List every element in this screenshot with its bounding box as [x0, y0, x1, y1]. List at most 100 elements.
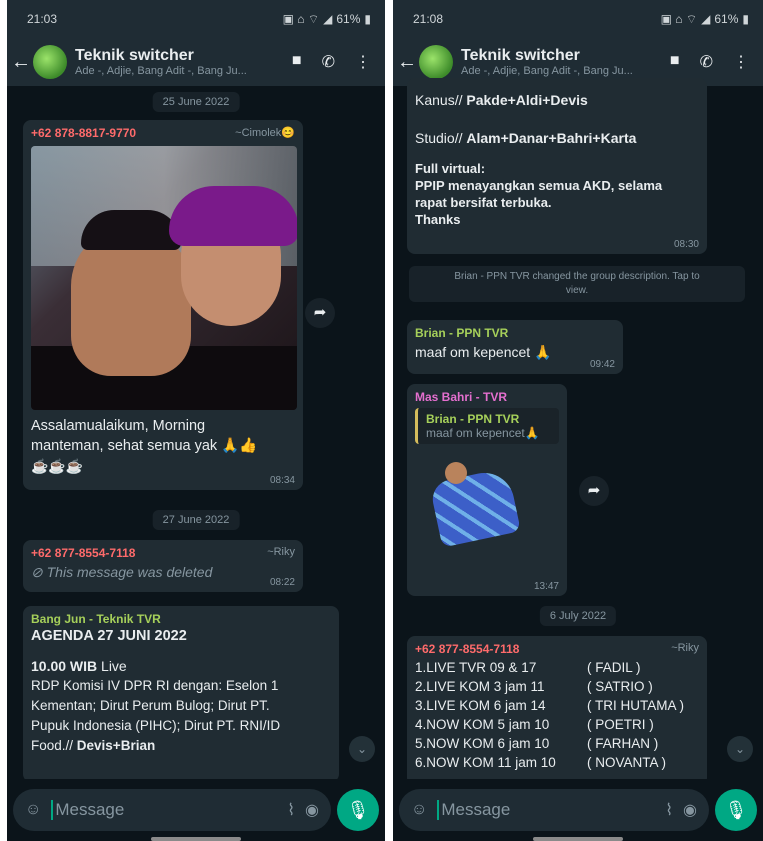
video-call-icon[interactable]: ■: [292, 52, 302, 72]
notification-icons: ▣ ⌂ ⌔: [660, 11, 698, 26]
deleted-text: This message was deleted: [46, 564, 213, 580]
voice-call-icon[interactable]: ✆: [322, 52, 335, 72]
chat-area[interactable]: Kanus// Pakde+Aldi+Devis Studio// Alam+D…: [393, 78, 763, 786]
group-title[interactable]: Teknik switcher: [461, 47, 670, 65]
sender-name[interactable]: Bang Jun - Teknik TVR: [31, 612, 331, 626]
emoji-icon[interactable]: ☺: [411, 801, 427, 819]
system-notice-text: view.: [565, 285, 589, 296]
status-bar: 21:08 ▣ ⌂ ⌔ ◢ 61% ▮: [393, 0, 763, 38]
voice-call-icon[interactable]: ✆: [700, 52, 713, 72]
video-call-icon[interactable]: ■: [670, 52, 680, 72]
scroll-down-icon[interactable]: ⌄: [349, 736, 375, 762]
message-input[interactable]: ☺ Message ⌇ ◉: [13, 789, 331, 831]
schedule-row: 3.LIVE KOM 6 jam 14 ( TRI HUTAMA ): [415, 696, 699, 715]
message-time: 08:22: [269, 577, 295, 588]
message-bubble[interactable]: +62 878-8817-9770 ~Cimolek😊 Assalamualai…: [23, 120, 303, 490]
system-notice[interactable]: Brian - PPN TVR changed the group descri…: [409, 266, 745, 302]
schedule-slot: 6.NOW KOM 11 jam 10: [415, 755, 556, 770]
forward-icon[interactable]: ➦: [305, 298, 335, 328]
sender-name[interactable]: Mas Bahri - TVR: [415, 390, 559, 404]
message-time: 08:34: [269, 475, 295, 486]
schedule-slot: 5.NOW KOM 6 jam 10: [415, 736, 550, 751]
signal-icon: ◢: [323, 12, 333, 26]
message-text: maaf om kepencet 🙏: [415, 344, 552, 360]
quoted-text: maaf om kepencet🙏: [426, 426, 540, 440]
status-time: 21:08: [413, 12, 444, 26]
message-text: Food.//: [31, 738, 77, 753]
schedule-assignee: ( SATRIO ): [587, 679, 653, 694]
message-text: RDP Komisi IV DPR RI dengan: Eselon 1: [31, 678, 279, 693]
message-bubble[interactable]: Mas Bahri - TVR Brian - PPN TVR maaf om …: [407, 384, 567, 596]
schedule-assignee: ( FADIL ): [587, 660, 641, 675]
mic-icon: 🎙: [346, 800, 370, 820]
schedule-assignee: ( NOVANTA ): [587, 755, 667, 770]
sender-alias: ~Riky: [671, 642, 699, 654]
message-input-bar: ☺ Message ⌇ ◉ 🎙: [393, 779, 763, 841]
message-text: rapat bersifat terbuka.: [415, 195, 552, 210]
group-avatar[interactable]: [419, 45, 453, 79]
message-placeholder[interactable]: Message: [51, 800, 277, 820]
group-members[interactable]: Ade -, Adjie, Bang Adit -, Bang Ju...: [461, 65, 670, 77]
schedule-slot: 2.LIVE KOM 3 jam 11: [415, 679, 545, 694]
more-options-icon[interactable]: ⋮: [355, 52, 371, 72]
schedule-row: 5.NOW KOM 6 jam 10 ( FARHAN ): [415, 734, 699, 753]
message-input[interactable]: ☺ Message ⌇ ◉: [399, 789, 709, 831]
chat-header[interactable]: ← Teknik switcher Ade -, Adjie, Bang Adi…: [7, 38, 385, 86]
mic-button[interactable]: 🎙: [715, 789, 757, 831]
gesture-bar: [533, 837, 623, 841]
attach-icon[interactable]: ⌇: [665, 800, 673, 820]
sender-name[interactable]: +62 877-8554-7118: [31, 546, 295, 560]
chat-area[interactable]: 25 June 2022 +62 878-8817-9770 ~Cimolek😊…: [7, 86, 385, 782]
message-bubble[interactable]: Bang Jun - Teknik TVR AGENDA 27 JUNI 202…: [23, 606, 339, 782]
more-options-icon[interactable]: ⋮: [733, 52, 749, 72]
signal-icon: ◢: [701, 12, 711, 26]
message-input-bar: ☺ Message ⌇ ◉ 🎙: [7, 779, 385, 841]
schedule-slot: 1.LIVE TVR 09 & 17: [415, 660, 537, 675]
message-time: 09:42: [589, 359, 615, 370]
sender-alias: ~Cimolek😊: [235, 127, 295, 139]
group-title[interactable]: Teknik switcher: [75, 47, 292, 65]
message-text: PPIP menayangkan semua AKD, selama: [415, 178, 663, 193]
camera-icon[interactable]: ◉: [305, 800, 319, 820]
message-bubble[interactable]: +62 877-8554-7118 ~Riky ⊘ This message w…: [23, 540, 303, 592]
system-notice-text: Brian - PPN TVR changed the group descri…: [454, 271, 700, 282]
message-time: 13:47: [533, 581, 559, 592]
attach-icon[interactable]: ⌇: [287, 800, 295, 820]
phone-screen-right: 21:08 ▣ ⌂ ⌔ ◢ 61% ▮ ← Teknik switcher Ad…: [393, 0, 763, 841]
schedule-row: 2.LIVE KOM 3 jam 11 ( SATRIO ): [415, 677, 699, 696]
status-bar: 21:03 ▣ ⌂ ⌔ ◢ 61% ▮: [7, 0, 385, 38]
message-placeholder[interactable]: Message: [437, 800, 655, 820]
assigned-names: Alam+Danar+Bahri+Karta: [466, 130, 637, 146]
message-text: Assalamualaikum, Morning: [31, 418, 206, 434]
date-chip: 6 July 2022: [539, 606, 617, 626]
assigned-names: Pakde+Aldi+Devis: [466, 92, 588, 108]
message-bubble[interactable]: Brian - PPN TVR maaf om kepencet 🙏 09:42: [407, 320, 623, 374]
message-text: Thanks: [415, 212, 461, 227]
scroll-down-icon[interactable]: ⌄: [727, 736, 753, 762]
gesture-bar: [151, 837, 241, 841]
mic-button[interactable]: 🎙: [337, 789, 379, 831]
message-text: Kanus//: [415, 92, 467, 108]
back-arrow-icon[interactable]: ←: [397, 51, 419, 74]
quoted-message[interactable]: Brian - PPN TVR maaf om kepencet🙏: [415, 408, 559, 444]
emoji-icon[interactable]: ☺: [25, 801, 41, 819]
schedule-assignee: ( TRI HUTAMA ): [587, 698, 684, 713]
agenda-type: Live: [97, 658, 127, 674]
message-title: AGENDA 27 JUNI 2022: [31, 628, 187, 644]
message-bubble[interactable]: +62 877-8554-7118 ~Riky 1.LIVE TVR 09 & …: [407, 636, 707, 786]
schedule-assignee: ( FARHAN ): [587, 736, 659, 751]
message-text: Full virtual:: [415, 161, 486, 176]
back-arrow-icon[interactable]: ←: [11, 51, 33, 74]
group-members[interactable]: Ade -, Adjie, Bang Adit -, Bang Ju...: [75, 65, 292, 77]
sender-name[interactable]: Brian - PPN TVR: [415, 326, 615, 340]
sender-name[interactable]: +62 877-8554-7118: [415, 642, 699, 656]
group-avatar[interactable]: [33, 45, 67, 79]
battery-icon: ▮: [742, 12, 749, 26]
forward-icon[interactable]: ➦: [579, 476, 609, 506]
battery-percent: 61%: [714, 12, 739, 26]
battery-icon: ▮: [364, 12, 371, 26]
shared-photo[interactable]: [31, 146, 297, 410]
message-bubble[interactable]: Kanus// Pakde+Aldi+Devis Studio// Alam+D…: [407, 78, 707, 254]
camera-icon[interactable]: ◉: [683, 800, 697, 820]
sticker-image[interactable]: [415, 450, 525, 550]
